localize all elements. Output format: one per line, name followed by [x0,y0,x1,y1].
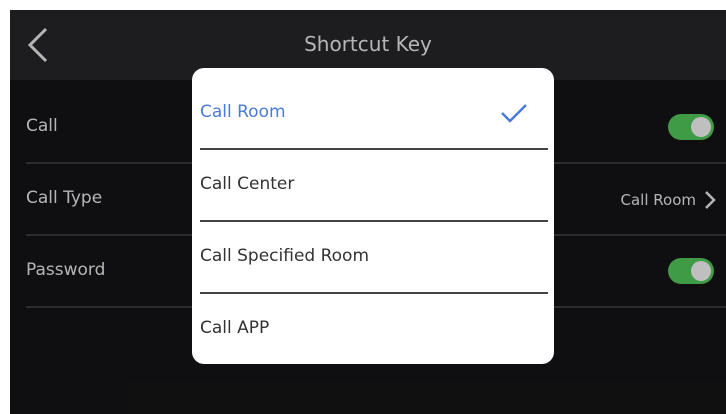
option-call-room[interactable]: Call Room [200,78,548,150]
option-label: Call APP [200,318,270,338]
check-icon [501,104,527,123]
device-screen: Shortcut Key Call Call Type Call Room Pa… [10,10,726,414]
option-call-center[interactable]: Call Center [200,150,548,222]
option-call-specified-room[interactable]: Call Specified Room [200,222,548,294]
option-label: Call Specified Room [200,246,370,266]
option-label: Call Room [200,102,286,122]
option-call-app[interactable]: Call APP [200,294,548,364]
option-label: Call Center [200,174,295,194]
call-type-dialog: Call Room Call Center Call Specified Roo… [192,68,554,364]
